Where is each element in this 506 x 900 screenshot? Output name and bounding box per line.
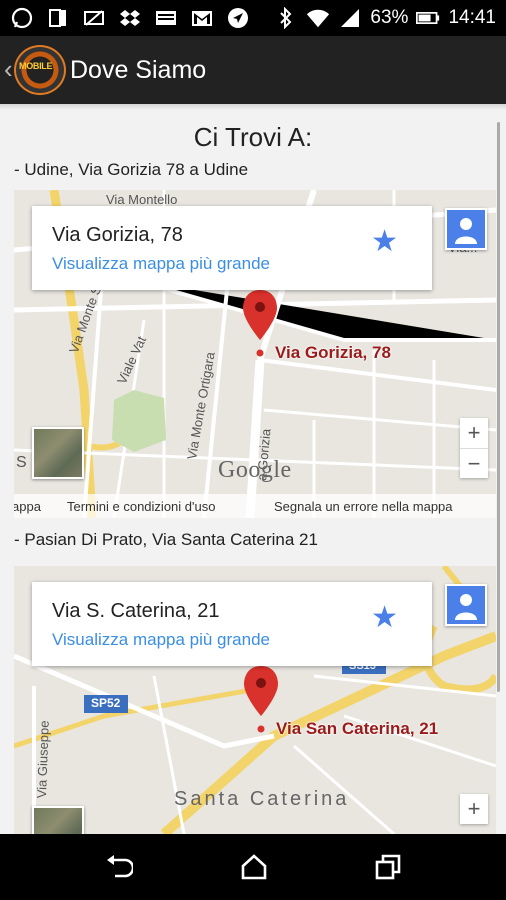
- app-logo[interactable]: MOBILE: [14, 45, 66, 95]
- info-card-udine: Via Gorizia, 78 Visualizza mappa più gra…: [32, 206, 432, 290]
- zoom-in-button[interactable]: +: [460, 418, 488, 448]
- report-error-link[interactable]: Segnala un errore nella mappa: [274, 499, 453, 514]
- section-heading: Ci Trovi A:: [193, 122, 313, 152]
- zoom-controls: + −: [460, 418, 488, 478]
- zoom-controls: +: [460, 794, 488, 824]
- map-footer: appa Termini e condizioni d'uso Segnala …: [14, 494, 496, 518]
- streetview-person-button[interactable]: [445, 208, 487, 250]
- page-title: Dove Siamo: [70, 56, 207, 84]
- location-icon: [226, 6, 250, 30]
- card-title: Via S. Caterina, 21: [52, 600, 220, 622]
- pin-label: Via San Caterina, 21: [276, 719, 439, 738]
- map-footer-left[interactable]: appa: [14, 499, 41, 514]
- keyboard-icon: [154, 6, 178, 30]
- status-bar: 63% 14:41: [0, 0, 506, 36]
- terms-link[interactable]: Termini e condizioni d'uso: [67, 499, 215, 514]
- gmail-icon: [190, 6, 214, 30]
- satellite-thumbnail[interactable]: [32, 427, 84, 479]
- navigation-bar: [0, 834, 506, 900]
- battery-icon: [416, 6, 440, 30]
- info-card-pasian: Via S. Caterina, 21 Visualizza mappa più…: [32, 582, 432, 666]
- map-area-label: S: [16, 454, 27, 471]
- no-sync-icon: [82, 6, 106, 30]
- zoom-out-button[interactable]: −: [460, 448, 488, 478]
- home-icon[interactable]: [238, 852, 270, 882]
- person-icon: [447, 210, 485, 248]
- bluetooth-icon: [274, 6, 298, 30]
- back-icon[interactable]: [103, 852, 135, 882]
- battery-percent: 63%: [370, 7, 409, 28]
- map-udine[interactable]: Via Montello Via Monte S. M Viale Vat Vi…: [14, 190, 496, 518]
- signal-icon: [338, 6, 362, 30]
- map-pasian[interactable]: SP52 SS13 Via Giuseppe Santa Caterina Vi…: [14, 566, 496, 834]
- whatsapp-icon: [10, 6, 34, 30]
- zoom-in-button[interactable]: +: [460, 794, 488, 824]
- recent-apps-icon[interactable]: [373, 852, 405, 882]
- map-area-label: Santa Caterina: [174, 788, 350, 810]
- star-icon[interactable]: ★: [371, 600, 398, 635]
- streetview-person-button[interactable]: [445, 584, 487, 626]
- dropbox-icon: [118, 6, 142, 30]
- wifi-icon: [306, 6, 330, 30]
- pin-label: Via Gorizia, 78: [275, 343, 391, 362]
- satellite-thumbnail[interactable]: [32, 806, 84, 834]
- action-bar-shadow: [0, 104, 506, 110]
- map-street-label: Via Giuseppe: [34, 720, 52, 799]
- scrollbar[interactable]: [497, 122, 500, 692]
- view-larger-map-link[interactable]: Visualizza mappa più grande: [52, 630, 270, 650]
- card-title: Via Gorizia, 78: [52, 224, 183, 246]
- view-larger-map-link[interactable]: Visualizza mappa più grande: [52, 254, 270, 274]
- road-label: SP52: [91, 696, 121, 710]
- person-icon: [447, 586, 485, 624]
- sim-icon: [46, 6, 70, 30]
- google-logo: Google: [218, 457, 292, 483]
- address-pasian: - Pasian Di Prato, Via Santa Caterina 21: [14, 530, 318, 549]
- address-udine: - Udine, Via Gorizia 78 a Udine: [14, 160, 249, 179]
- clock: 14:41: [448, 7, 496, 28]
- map-street-label: Via Montello: [106, 192, 178, 207]
- star-icon[interactable]: ★: [371, 224, 398, 259]
- back-chevron-icon[interactable]: ‹: [4, 54, 13, 85]
- action-bar: ‹ MOBILE Dove Siamo: [0, 36, 506, 104]
